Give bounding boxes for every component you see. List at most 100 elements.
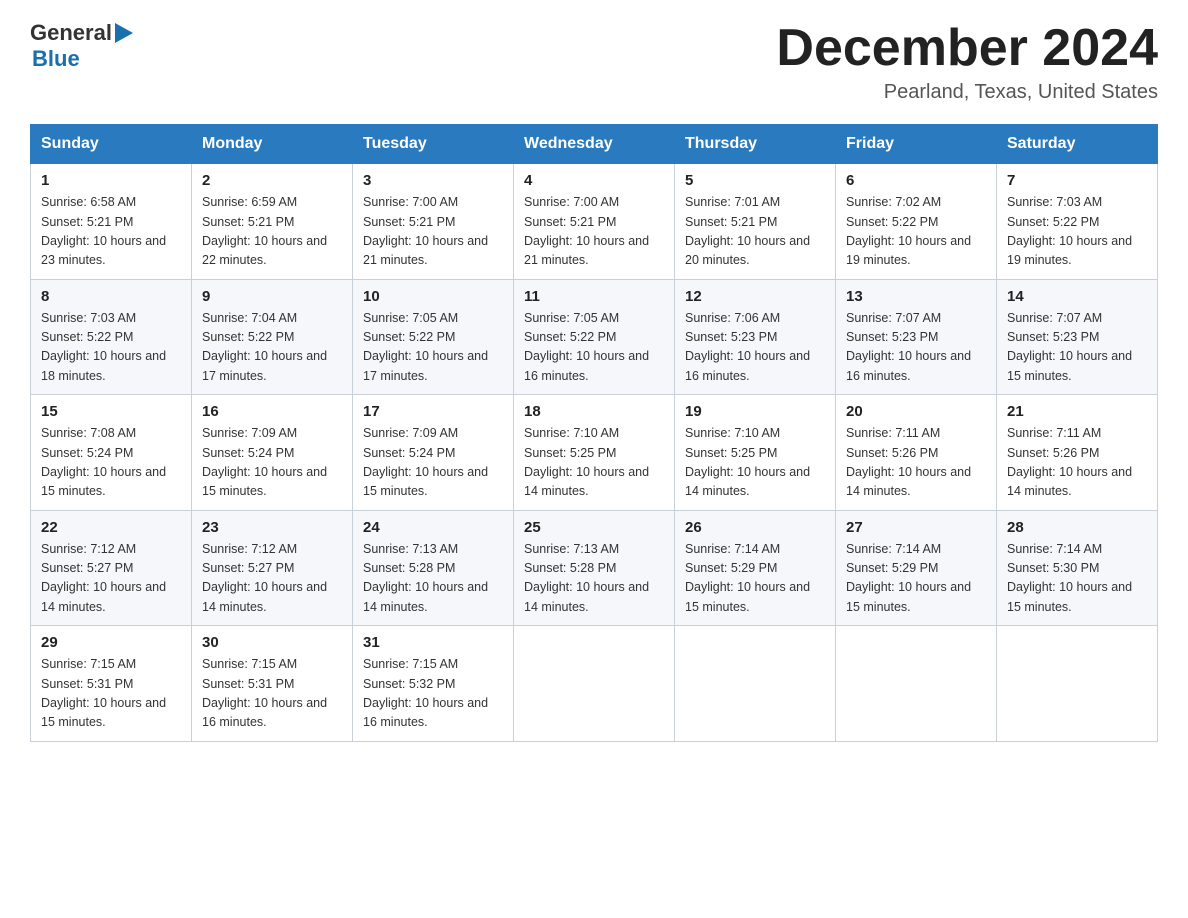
calendar-cell: 15 Sunrise: 7:08 AMSunset: 5:24 PMDaylig… [31, 395, 192, 511]
calendar-cell: 8 Sunrise: 7:03 AMSunset: 5:22 PMDayligh… [31, 279, 192, 395]
day-number: 3 [363, 172, 503, 189]
calendar-cell: 5 Sunrise: 7:01 AMSunset: 5:21 PMDayligh… [675, 164, 836, 280]
day-number: 21 [1007, 403, 1147, 420]
header-wednesday: Wednesday [514, 125, 675, 164]
logo-general: General [30, 20, 112, 46]
calendar-week-row: 8 Sunrise: 7:03 AMSunset: 5:22 PMDayligh… [31, 279, 1158, 395]
day-number: 10 [363, 288, 503, 305]
day-info: Sunrise: 7:12 AMSunset: 5:27 PMDaylight:… [41, 542, 166, 614]
calendar-week-row: 29 Sunrise: 7:15 AMSunset: 5:31 PMDaylig… [31, 626, 1158, 742]
header-friday: Friday [836, 125, 997, 164]
day-info: Sunrise: 7:14 AMSunset: 5:30 PMDaylight:… [1007, 542, 1132, 614]
calendar-cell [836, 626, 997, 742]
calendar-cell: 23 Sunrise: 7:12 AMSunset: 5:27 PMDaylig… [192, 510, 353, 626]
day-info: Sunrise: 7:01 AMSunset: 5:21 PMDaylight:… [685, 195, 810, 267]
day-number: 30 [202, 634, 342, 651]
day-info: Sunrise: 7:13 AMSunset: 5:28 PMDaylight:… [524, 542, 649, 614]
calendar-table: Sunday Monday Tuesday Wednesday Thursday… [30, 124, 1158, 742]
calendar-header-row: Sunday Monday Tuesday Wednesday Thursday… [31, 125, 1158, 164]
calendar-cell: 3 Sunrise: 7:00 AMSunset: 5:21 PMDayligh… [353, 164, 514, 280]
month-title: December 2024 [776, 20, 1158, 77]
day-info: Sunrise: 7:00 AMSunset: 5:21 PMDaylight:… [524, 195, 649, 267]
day-info: Sunrise: 7:11 AMSunset: 5:26 PMDaylight:… [846, 426, 971, 498]
day-number: 17 [363, 403, 503, 420]
day-number: 6 [846, 172, 986, 189]
calendar-week-row: 22 Sunrise: 7:12 AMSunset: 5:27 PMDaylig… [31, 510, 1158, 626]
calendar-cell: 2 Sunrise: 6:59 AMSunset: 5:21 PMDayligh… [192, 164, 353, 280]
day-number: 29 [41, 634, 181, 651]
day-info: Sunrise: 7:09 AMSunset: 5:24 PMDaylight:… [202, 426, 327, 498]
day-number: 31 [363, 634, 503, 651]
day-info: Sunrise: 7:00 AMSunset: 5:21 PMDaylight:… [363, 195, 488, 267]
day-info: Sunrise: 7:10 AMSunset: 5:25 PMDaylight:… [685, 426, 810, 498]
calendar-cell: 16 Sunrise: 7:09 AMSunset: 5:24 PMDaylig… [192, 395, 353, 511]
calendar-cell: 17 Sunrise: 7:09 AMSunset: 5:24 PMDaylig… [353, 395, 514, 511]
calendar-cell: 31 Sunrise: 7:15 AMSunset: 5:32 PMDaylig… [353, 626, 514, 742]
day-number: 2 [202, 172, 342, 189]
day-number: 1 [41, 172, 181, 189]
location-title: Pearland, Texas, United States [776, 81, 1158, 104]
day-number: 23 [202, 519, 342, 536]
day-number: 27 [846, 519, 986, 536]
day-info: Sunrise: 7:03 AMSunset: 5:22 PMDaylight:… [41, 311, 166, 383]
calendar-cell: 30 Sunrise: 7:15 AMSunset: 5:31 PMDaylig… [192, 626, 353, 742]
day-number: 5 [685, 172, 825, 189]
day-info: Sunrise: 6:58 AMSunset: 5:21 PMDaylight:… [41, 195, 166, 267]
day-info: Sunrise: 7:06 AMSunset: 5:23 PMDaylight:… [685, 311, 810, 383]
calendar-cell: 13 Sunrise: 7:07 AMSunset: 5:23 PMDaylig… [836, 279, 997, 395]
day-number: 8 [41, 288, 181, 305]
day-number: 22 [41, 519, 181, 536]
calendar-week-row: 1 Sunrise: 6:58 AMSunset: 5:21 PMDayligh… [31, 164, 1158, 280]
day-info: Sunrise: 7:13 AMSunset: 5:28 PMDaylight:… [363, 542, 488, 614]
calendar-cell: 11 Sunrise: 7:05 AMSunset: 5:22 PMDaylig… [514, 279, 675, 395]
calendar-cell: 6 Sunrise: 7:02 AMSunset: 5:22 PMDayligh… [836, 164, 997, 280]
page-header: General Blue December 2024 Pearland, Tex… [30, 20, 1158, 104]
day-number: 12 [685, 288, 825, 305]
day-number: 14 [1007, 288, 1147, 305]
calendar-cell: 19 Sunrise: 7:10 AMSunset: 5:25 PMDaylig… [675, 395, 836, 511]
day-number: 11 [524, 288, 664, 305]
calendar-cell: 27 Sunrise: 7:14 AMSunset: 5:29 PMDaylig… [836, 510, 997, 626]
day-info: Sunrise: 7:05 AMSunset: 5:22 PMDaylight:… [363, 311, 488, 383]
day-info: Sunrise: 7:15 AMSunset: 5:31 PMDaylight:… [41, 657, 166, 729]
day-info: Sunrise: 6:59 AMSunset: 5:21 PMDaylight:… [202, 195, 327, 267]
header-sunday: Sunday [31, 125, 192, 164]
day-number: 7 [1007, 172, 1147, 189]
calendar-cell: 10 Sunrise: 7:05 AMSunset: 5:22 PMDaylig… [353, 279, 514, 395]
day-info: Sunrise: 7:09 AMSunset: 5:24 PMDaylight:… [363, 426, 488, 498]
calendar-cell: 7 Sunrise: 7:03 AMSunset: 5:22 PMDayligh… [997, 164, 1158, 280]
calendar-cell: 25 Sunrise: 7:13 AMSunset: 5:28 PMDaylig… [514, 510, 675, 626]
calendar-cell: 29 Sunrise: 7:15 AMSunset: 5:31 PMDaylig… [31, 626, 192, 742]
calendar-cell: 14 Sunrise: 7:07 AMSunset: 5:23 PMDaylig… [997, 279, 1158, 395]
day-number: 9 [202, 288, 342, 305]
day-number: 15 [41, 403, 181, 420]
calendar-week-row: 15 Sunrise: 7:08 AMSunset: 5:24 PMDaylig… [31, 395, 1158, 511]
calendar-cell: 22 Sunrise: 7:12 AMSunset: 5:27 PMDaylig… [31, 510, 192, 626]
title-block: December 2024 Pearland, Texas, United St… [776, 20, 1158, 104]
day-number: 24 [363, 519, 503, 536]
day-info: Sunrise: 7:15 AMSunset: 5:31 PMDaylight:… [202, 657, 327, 729]
calendar-cell: 9 Sunrise: 7:04 AMSunset: 5:22 PMDayligh… [192, 279, 353, 395]
calendar-cell [997, 626, 1158, 742]
calendar-cell [675, 626, 836, 742]
day-info: Sunrise: 7:14 AMSunset: 5:29 PMDaylight:… [846, 542, 971, 614]
day-info: Sunrise: 7:08 AMSunset: 5:24 PMDaylight:… [41, 426, 166, 498]
header-monday: Monday [192, 125, 353, 164]
day-info: Sunrise: 7:07 AMSunset: 5:23 PMDaylight:… [846, 311, 971, 383]
day-number: 18 [524, 403, 664, 420]
calendar-cell: 12 Sunrise: 7:06 AMSunset: 5:23 PMDaylig… [675, 279, 836, 395]
header-saturday: Saturday [997, 125, 1158, 164]
day-info: Sunrise: 7:07 AMSunset: 5:23 PMDaylight:… [1007, 311, 1132, 383]
calendar-cell: 26 Sunrise: 7:14 AMSunset: 5:29 PMDaylig… [675, 510, 836, 626]
calendar-cell: 4 Sunrise: 7:00 AMSunset: 5:21 PMDayligh… [514, 164, 675, 280]
logo: General Blue [30, 20, 133, 72]
calendar-cell: 24 Sunrise: 7:13 AMSunset: 5:28 PMDaylig… [353, 510, 514, 626]
logo-blue: Blue [32, 46, 80, 72]
logo-arrow-icon [115, 23, 133, 43]
day-info: Sunrise: 7:03 AMSunset: 5:22 PMDaylight:… [1007, 195, 1132, 267]
calendar-cell: 28 Sunrise: 7:14 AMSunset: 5:30 PMDaylig… [997, 510, 1158, 626]
day-info: Sunrise: 7:05 AMSunset: 5:22 PMDaylight:… [524, 311, 649, 383]
calendar-cell: 1 Sunrise: 6:58 AMSunset: 5:21 PMDayligh… [31, 164, 192, 280]
day-number: 4 [524, 172, 664, 189]
day-info: Sunrise: 7:02 AMSunset: 5:22 PMDaylight:… [846, 195, 971, 267]
